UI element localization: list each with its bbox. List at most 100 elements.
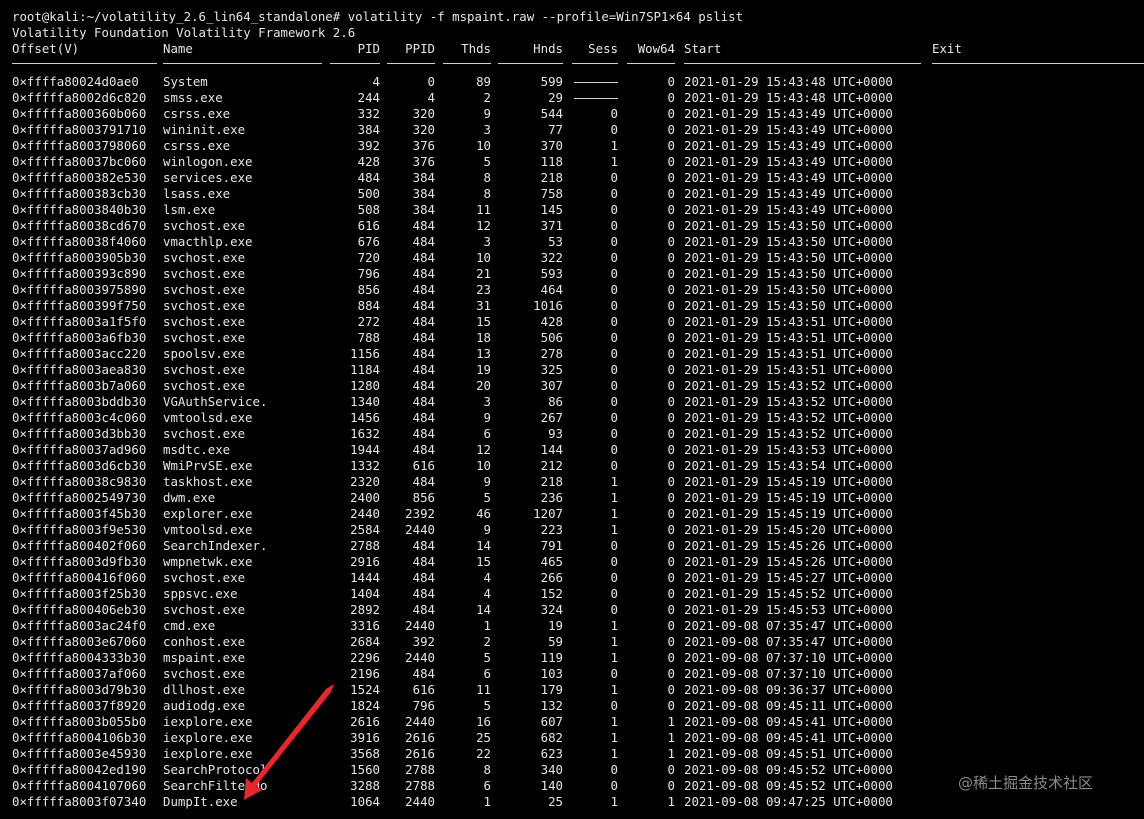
cell-start: 2021-01-29 15:43:50 UTC+0000	[684, 282, 893, 297]
cell-wow64: 0	[667, 762, 675, 777]
cell-name: svchost.exe	[163, 314, 246, 329]
cell-wow64: 0	[667, 666, 675, 681]
cell-wow64: 0	[667, 778, 675, 793]
cell-thds: 1	[483, 794, 491, 809]
cell-ppid: 2440	[405, 618, 435, 633]
cell-thds: 8	[483, 762, 491, 777]
cell-name: csrss.exe	[163, 138, 231, 153]
cell-hnds: 340	[540, 762, 563, 777]
cell-sess: 0	[610, 106, 618, 121]
cell-name: svchost.exe	[163, 602, 246, 617]
cell-name: lsm.exe	[163, 202, 216, 217]
cell-offset: 0×ffffa80024d0ae0	[12, 74, 139, 89]
cell-offset: 0×fffffa800360b060	[12, 106, 147, 121]
cell-ppid: 484	[412, 266, 435, 281]
cell-ppid: 484	[412, 570, 435, 585]
header-underline	[932, 63, 1144, 64]
cell-wow64: 0	[667, 298, 675, 313]
cell-thds: 11	[476, 202, 491, 217]
cell-start: 2021-09-08 07:35:47 UTC+0000	[684, 634, 893, 649]
cell-wow64: 0	[667, 522, 675, 537]
cell-sess: 0	[610, 314, 618, 329]
cell-name: System	[163, 74, 208, 89]
cell-start: 2021-09-08 09:45:11 UTC+0000	[684, 698, 893, 713]
cell-thds: 5	[483, 154, 491, 169]
cell-pid: 3316	[350, 618, 380, 633]
cell-start: 2021-01-29 15:43:50 UTC+0000	[684, 266, 893, 281]
cell-offset: 0×fffffa800399f750	[12, 298, 147, 313]
cell-ppid: 320	[412, 122, 435, 137]
cell-start: 2021-01-29 15:45:19 UTC+0000	[684, 490, 893, 505]
cell-sess: 0	[610, 234, 618, 249]
cell-thds: 9	[483, 106, 491, 121]
table-row: 0×fffffa800360b060 csrss.exe 332 320 9 544 0 0 2…	[0, 106, 1144, 122]
cell-pid: 428	[357, 154, 380, 169]
cell-offset: 0×fffffa800383cb30	[12, 186, 147, 201]
cell-wow64: 0	[667, 138, 675, 153]
watermark-text: @稀土掘金技术社区	[958, 774, 1094, 792]
cell-wow64: 0	[667, 490, 675, 505]
cell-offset: 0×fffffa8003a6fb30	[12, 330, 147, 345]
cell-hnds: 371	[540, 218, 563, 233]
cell-ppid: 796	[412, 698, 435, 713]
cell-name: msdtc.exe	[163, 442, 231, 457]
cell-name: lsass.exe	[163, 186, 231, 201]
cell-name: VGAuthService.	[163, 394, 268, 409]
table-row: 0×fffffa8004333b30 mspaint.exe 2296 2440 5 11…	[0, 650, 1144, 666]
cell-wow64: 0	[667, 346, 675, 361]
header-underline	[572, 63, 618, 64]
cell-name: services.exe	[163, 170, 253, 185]
table-row: 0×fffffa80038c9830 taskhost.exe 2320 484 9 21…	[0, 474, 1144, 490]
cell-start: 2021-01-29 15:45:19 UTC+0000	[684, 506, 893, 521]
cell-wow64: 1	[667, 714, 675, 729]
cell-hnds: 758	[540, 186, 563, 201]
cell-ppid: 484	[412, 538, 435, 553]
cell-ppid: 2440	[405, 794, 435, 809]
cell-name: svchost.exe	[163, 666, 246, 681]
cell-pid: 392	[357, 138, 380, 153]
cell-pid: 884	[357, 298, 380, 313]
cell-pid: 3288	[350, 778, 380, 793]
cell-pid: 1280	[350, 378, 380, 393]
cell-hnds: 1207	[533, 506, 563, 521]
cell-hnds: 464	[540, 282, 563, 297]
cell-sess: 0	[610, 698, 618, 713]
cell-wow64: 0	[667, 650, 675, 665]
cell-ppid: 2440	[405, 650, 435, 665]
header-hnds: Hnds	[533, 41, 563, 56]
cell-start: 2021-01-29 15:43:49 UTC+0000	[684, 122, 893, 137]
cell-pid: 1332	[350, 458, 380, 473]
table-row: 0×fffffa8003c4c060 vmtoolsd.exe 1456 484 9 26…	[0, 410, 1144, 426]
table-row: 0×fffffa800393c890 svchost.exe 796 484 21 593…	[0, 266, 1144, 282]
cell-name: dllhost.exe	[163, 682, 246, 697]
terminal-window[interactable]: root@kali:~/volatility_2.6_lin64_standal…	[0, 0, 1144, 819]
cell-thds: 5	[483, 650, 491, 665]
cell-offset: 0×fffffa8004333b30	[12, 650, 147, 665]
cell-wow64: 0	[667, 282, 675, 297]
cell-ppid: 484	[412, 314, 435, 329]
cell-name: svchost.exe	[163, 362, 246, 377]
header-pid: PID	[357, 41, 380, 56]
cell-hnds: 19	[548, 618, 563, 633]
table-row: 0×fffffa800402f060 SearchIndexer. 2788 484 1…	[0, 538, 1144, 554]
cell-start: 2021-09-08 07:37:10 UTC+0000	[684, 650, 893, 665]
cell-wow64: 0	[667, 362, 675, 377]
cell-start: 2021-01-29 15:43:50 UTC+0000	[684, 234, 893, 249]
cell-wow64: 0	[667, 90, 675, 105]
cell-offset: 0×fffffa800393c890	[12, 266, 147, 281]
cell-sess: 0	[610, 570, 618, 585]
cell-ppid: 484	[412, 378, 435, 393]
cell-offset: 0×fffffa80038f4060	[12, 234, 147, 249]
cell-hnds: 623	[540, 746, 563, 761]
cell-name: vmtoolsd.exe	[163, 522, 253, 537]
cell-thds: 11	[476, 682, 491, 697]
cell-ppid: 484	[412, 362, 435, 377]
cell-ppid: 484	[412, 410, 435, 425]
header-underline	[12, 63, 157, 64]
table-row: 0×fffffa80037af060 svchost.exe 2196 484 6 103…	[0, 666, 1144, 682]
cell-offset: 0×fffffa8003798060	[12, 138, 147, 153]
cell-start: 2021-01-29 15:43:51 UTC+0000	[684, 314, 893, 329]
cell-pid: 4	[372, 74, 380, 89]
header-exit: Exit	[932, 41, 962, 56]
cell-name: svchost.exe	[163, 218, 246, 233]
